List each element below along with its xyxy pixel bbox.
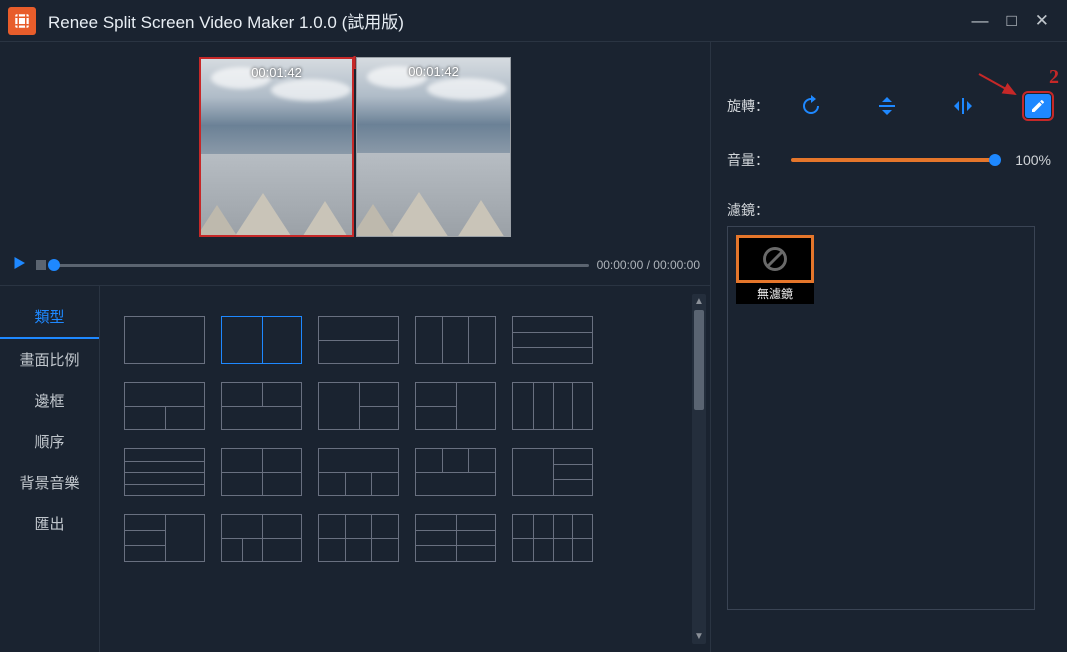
layout-3x1[interactable]: [512, 316, 593, 364]
filter-thumb-none: [736, 235, 814, 283]
layout-t1b2[interactable]: [124, 382, 205, 430]
layout-l2r1[interactable]: [415, 382, 496, 430]
titlebar: Renee Split Screen Video Maker 1.0.0 (試用…: [0, 0, 1067, 42]
rotate-cw-button[interactable]: [797, 92, 825, 120]
play-icon: [10, 254, 28, 272]
scroll-up-icon[interactable]: ▲: [694, 296, 704, 307]
layout-4x1[interactable]: [124, 448, 205, 496]
rotate-label: 旋轉：: [727, 96, 777, 116]
layout-1x4[interactable]: [512, 382, 593, 430]
play-button[interactable]: [10, 252, 28, 278]
flip-vertical-icon: [875, 94, 899, 118]
flip-horizontal-button[interactable]: [949, 92, 977, 120]
filter-item-none-label: 無濾鏡: [736, 283, 814, 304]
layout-panel: ▲ ▼: [100, 286, 710, 652]
seek-slider[interactable]: [54, 264, 589, 267]
timecode: 00:00:00 / 00:00:00: [597, 258, 700, 272]
tab-aspect-ratio[interactable]: 畫面比例: [0, 339, 99, 380]
annotation-arrow-icon: [977, 72, 1027, 102]
edit-button[interactable]: [1025, 94, 1051, 118]
preview-area: 1 00:01:42: [0, 42, 710, 245]
flip-horizontal-icon: [951, 94, 975, 118]
playback-controls: 00:00:00 / 00:00:00: [0, 245, 710, 285]
tab-export[interactable]: 匯出: [0, 503, 99, 544]
scroll-thumb[interactable]: [694, 310, 704, 410]
tab-border[interactable]: 邊框: [0, 380, 99, 421]
rotate-cw-icon: [799, 94, 823, 118]
layout-2x2[interactable]: [221, 448, 302, 496]
tab-order[interactable]: 順序: [0, 421, 99, 462]
layout-1x2[interactable]: [221, 316, 302, 364]
flip-vertical-button[interactable]: [873, 92, 901, 120]
tab-type[interactable]: 類型: [0, 296, 99, 339]
layout-more-1[interactable]: [124, 514, 205, 562]
minimize-button[interactable]: —: [971, 11, 988, 31]
layout-scrollbar[interactable]: ▲ ▼: [692, 294, 706, 644]
volume-value: 100%: [1009, 152, 1051, 168]
properties-panel: 2 旋轉： 音量： 10: [711, 42, 1067, 652]
seek-thumb[interactable]: [48, 259, 60, 271]
layout-t2b1[interactable]: [221, 382, 302, 430]
layout-1x1[interactable]: [124, 316, 205, 364]
tab-bgm[interactable]: 背景音樂: [0, 462, 99, 503]
filter-item-none[interactable]: 無濾鏡: [736, 235, 814, 304]
layout-more-3[interactable]: [318, 514, 399, 562]
layout-more-5[interactable]: [512, 514, 593, 562]
window-controls: — □ ✕: [971, 11, 1059, 31]
layout-t1b3[interactable]: [318, 448, 399, 496]
preview-clip-2[interactable]: 00:01:42: [356, 57, 511, 237]
app-logo: [8, 7, 36, 35]
clip-2-timestamp: 00:01:42: [408, 64, 459, 79]
layout-t3b1[interactable]: [415, 448, 496, 496]
clip-1-timestamp: 00:01:42: [251, 65, 302, 80]
layout-2x1[interactable]: [318, 316, 399, 364]
preview-clip-1[interactable]: 00:01:42: [199, 57, 354, 237]
volume-row: 音量： 100%: [727, 150, 1051, 170]
layout-1x3[interactable]: [415, 316, 496, 364]
filter-list: 無濾鏡: [727, 226, 1035, 610]
close-button[interactable]: ✕: [1035, 11, 1049, 31]
no-filter-icon: [761, 245, 789, 273]
filter-label: 濾鏡：: [727, 200, 777, 220]
layout-more-4[interactable]: [415, 514, 496, 562]
volume-slider[interactable]: [791, 158, 995, 162]
app-title: Renee Split Screen Video Maker 1.0.0 (試用…: [48, 8, 404, 33]
filter-label-row: 濾鏡：: [727, 200, 1051, 220]
layout-l1r2[interactable]: [318, 382, 399, 430]
annotation-2: 2: [1049, 66, 1059, 89]
volume-thumb[interactable]: [989, 154, 1001, 166]
layout-l1r3[interactable]: [512, 448, 593, 496]
volume-label: 音量：: [727, 150, 777, 170]
scroll-down-icon[interactable]: ▼: [694, 631, 704, 642]
film-icon: [13, 12, 31, 30]
stop-button[interactable]: [36, 260, 46, 270]
pencil-icon: [1030, 98, 1046, 114]
tabs: 類型 畫面比例 邊框 順序 背景音樂 匯出: [0, 286, 100, 652]
maximize-button[interactable]: □: [1006, 11, 1016, 31]
layout-more-2[interactable]: [221, 514, 302, 562]
